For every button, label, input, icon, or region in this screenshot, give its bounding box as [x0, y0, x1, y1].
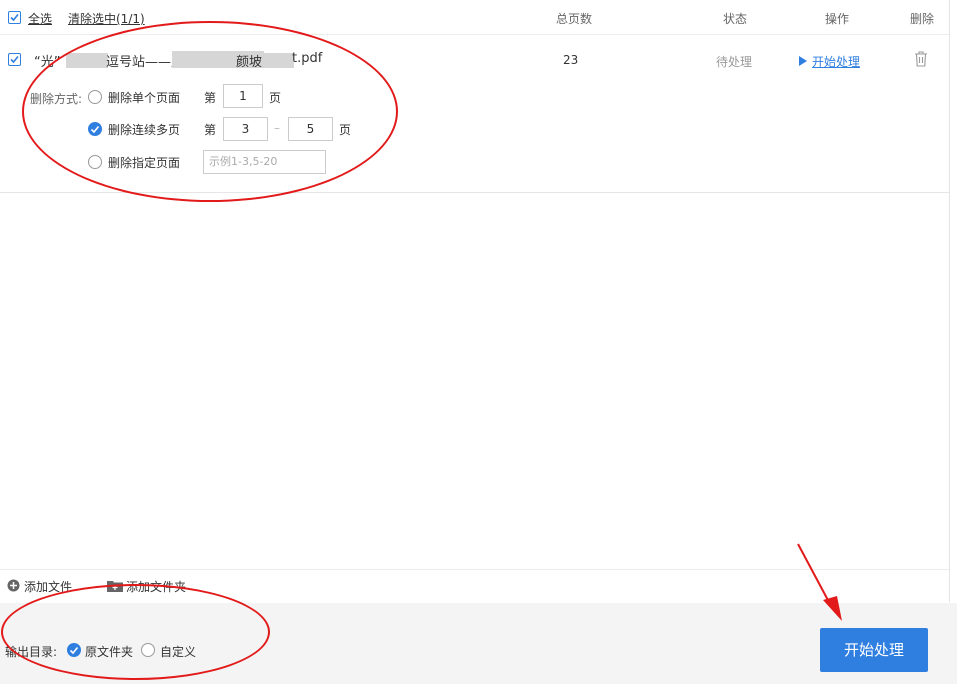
custom-label[interactable]: 自定义 — [160, 643, 196, 660]
range-from-input[interactable]: 3 — [223, 117, 268, 141]
check-icon — [69, 646, 79, 655]
trash-icon[interactable] — [914, 51, 928, 67]
radio-range-pages[interactable] — [88, 122, 102, 136]
range-separator: – — [274, 121, 280, 135]
page-prefix-label: 第 — [204, 123, 217, 137]
plus-circle-icon[interactable] — [7, 579, 20, 592]
output-dir-label: 输出目录: — [5, 645, 58, 659]
option-specific-label[interactable]: 删除指定页面 — [108, 154, 180, 171]
specific-pages-input[interactable]: 示例1-3,5-20 — [203, 150, 326, 174]
check-icon — [10, 13, 19, 22]
annotation-arrow — [797, 543, 842, 621]
page-prefix-label: 第 — [204, 91, 217, 105]
range-to-input[interactable]: 5 — [288, 117, 333, 141]
start-processing-button[interactable]: 开始处理 — [820, 628, 928, 672]
file-row: “光” 逗号站——用 颜坡 t.pdf 23 待处理 开始处理 删除方式: 删除… — [0, 35, 949, 193]
file-list-panel: 全选 清除选中(1/1) 总页数 状态 操作 删除 “光” 逗号站——用 颜坡 … — [0, 0, 950, 602]
column-delete: 删除 — [910, 12, 935, 26]
radio-custom[interactable] — [141, 643, 155, 657]
row-start-link[interactable]: 开始处理 — [812, 53, 860, 70]
page-suffix-label: 页 — [339, 123, 352, 137]
add-file-button[interactable]: 添加文件 — [24, 578, 72, 595]
select-all-checkbox[interactable] — [8, 11, 21, 24]
redacted-text — [66, 53, 108, 68]
file-name-prefix: “光” — [34, 55, 61, 70]
file-name-suffix: t.pdf — [292, 51, 323, 66]
check-icon — [10, 55, 19, 64]
status-value: 待处理 — [716, 55, 753, 69]
play-icon[interactable] — [799, 56, 807, 66]
add-folder-button[interactable]: 添加文件夹 — [126, 578, 186, 595]
radio-original-folder[interactable] — [67, 643, 81, 657]
delete-mode-label: 删除方式: — [30, 92, 83, 106]
select-all-link[interactable]: 全选 — [28, 10, 52, 27]
radio-single-page[interactable] — [88, 90, 102, 104]
radio-specific-pages[interactable] — [88, 155, 102, 169]
option-single-label[interactable]: 删除单个页面 — [108, 89, 180, 106]
list-header: 全选 清除选中(1/1) 总页数 状态 操作 删除 — [0, 0, 949, 35]
check-icon — [90, 125, 100, 134]
column-action: 操作 — [825, 12, 850, 26]
file-name-part3: 颜坡 — [236, 55, 263, 70]
option-range-label[interactable]: 删除连续多页 — [108, 121, 180, 138]
column-total-pages: 总页数 — [556, 12, 593, 26]
page-suffix-label: 页 — [269, 91, 282, 105]
redacted-text — [262, 53, 294, 68]
original-folder-label[interactable]: 原文件夹 — [85, 643, 133, 660]
file-name: “光” — [34, 51, 60, 70]
column-status: 状态 — [723, 12, 748, 26]
file-checkbox[interactable] — [8, 53, 21, 66]
folder-icon[interactable] — [107, 579, 123, 592]
total-pages-value: 23 — [563, 53, 579, 67]
clear-selected-link[interactable]: 清除选中(1/1) — [68, 10, 145, 27]
single-page-input[interactable]: 1 — [223, 84, 263, 108]
